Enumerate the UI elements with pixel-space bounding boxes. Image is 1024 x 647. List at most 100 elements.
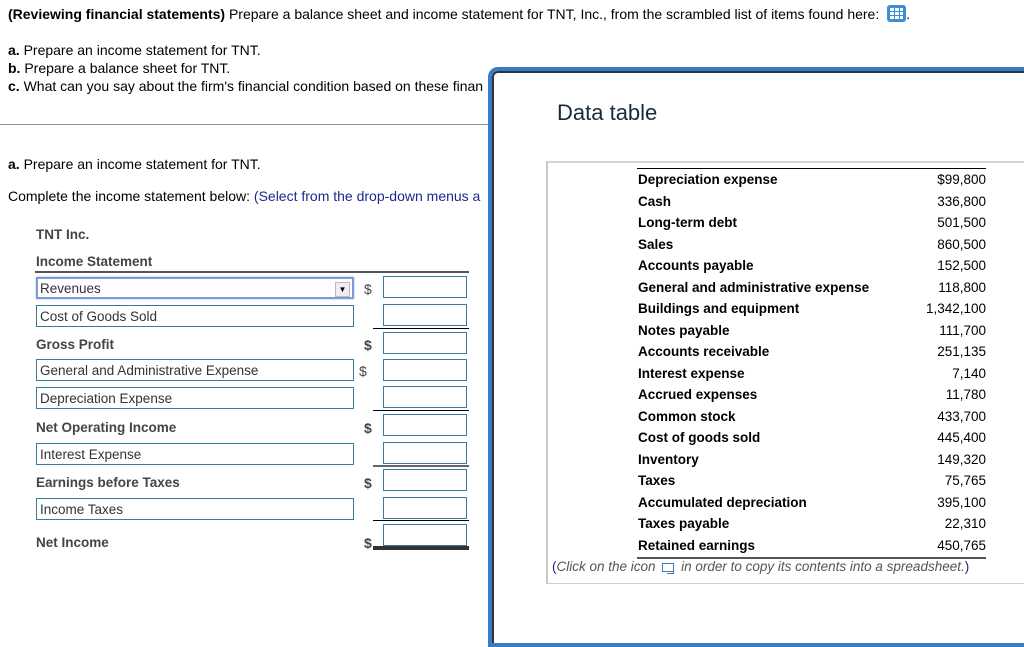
net-income-amount-input[interactable] (383, 524, 467, 546)
revenues-amount-input[interactable] (383, 276, 467, 298)
cogs-amount-input[interactable] (383, 304, 467, 326)
row-label: Inventory (638, 451, 699, 467)
row-label: General and administrative expense (638, 279, 870, 295)
ga-expense-select[interactable]: General and Administrative Expense (36, 359, 354, 381)
subtotal-rule (373, 328, 469, 329)
copy-note: (Click on the icon in order to copy its … (552, 559, 969, 574)
select-value: Interest Expense (40, 447, 142, 462)
question-title-bold: (Reviewing financial statements) (8, 6, 226, 22)
revenues-select[interactable]: Revenues ▼ (36, 277, 354, 299)
row-value: 860,500 (937, 236, 986, 252)
ga-expense-amount-input[interactable] (383, 359, 467, 381)
row-value: 501,500 (937, 215, 986, 230)
subtotal-rule (373, 465, 469, 467)
row-value: 7,140 (952, 365, 986, 381)
row-value: 75,765 (944, 473, 986, 488)
depreciation-select[interactable]: Depreciation Expense (36, 387, 354, 409)
copy-to-spreadsheet-icon[interactable] (662, 563, 675, 574)
part-letter: b. (8, 60, 21, 76)
note-text: Click on the icon (556, 559, 660, 574)
data-table-row: Interest expense 7,140 (638, 366, 986, 387)
instruction-hint: (Select from the drop-down menus a (253, 188, 481, 204)
row-value: 445,400 (937, 430, 986, 445)
interest-expense-amount-input[interactable] (383, 442, 467, 464)
statement-title: Income Statement (36, 254, 153, 269)
part-a: a. Prepare an income statement for TNT. (8, 42, 261, 58)
gross-profit-amount-input[interactable] (383, 332, 467, 354)
data-table-grid-icon[interactable] (887, 5, 907, 22)
data-table-row: Taxes 75,765 (638, 473, 986, 494)
subtotal-rule (373, 520, 469, 521)
net-operating-income-label: Net Operating Income (36, 420, 177, 435)
row-label: Buildings and equipment (638, 301, 800, 316)
part-c: c. What can you say about the firm's fin… (8, 78, 483, 94)
instruction: Complete the income statement below: (Se… (8, 188, 480, 204)
currency-symbol: $ (364, 337, 372, 353)
data-table-row: Taxes payable 22,310 (638, 516, 986, 537)
row-label: Accounts payable (638, 258, 754, 273)
select-value: Cost of Goods Sold (40, 309, 158, 324)
select-value: Income Taxes (40, 502, 124, 517)
row-value: 450,765 (937, 537, 986, 553)
earnings-before-taxes-amount-input[interactable] (383, 469, 467, 491)
part-letter: c. (8, 78, 20, 94)
part-text: Prepare an income statement for TNT. (19, 42, 261, 58)
row-label: Cash (638, 193, 672, 209)
part-letter: a. (8, 42, 20, 58)
data-table-row: Cost of goods sold 445,400 (638, 430, 986, 451)
gross-profit-label: Gross Profit (36, 337, 115, 352)
cogs-select[interactable]: Cost of Goods Sold (36, 305, 354, 327)
company-name: TNT Inc. (36, 227, 90, 242)
data-table-row: Accounts receivable 251,135 (638, 344, 986, 365)
part-text: Prepare an income statement for TNT. (19, 156, 261, 172)
data-table-row: Accrued expenses 11,780 (638, 387, 986, 408)
data-table-row: Common stock 433,700 (638, 409, 986, 430)
select-value: Revenues (40, 281, 101, 296)
data-table-row: Retained earnings 450,765 (638, 538, 986, 559)
statement-title-rule (35, 271, 469, 273)
question-title-text: Prepare a balance sheet and income state… (225, 6, 884, 22)
question-title: (Reviewing financial statements) Prepare… (8, 5, 910, 22)
total-double-rule (373, 546, 469, 550)
row-label: Depreciation expense (638, 172, 778, 187)
row-value: 395,100 (937, 494, 986, 510)
chevron-down-icon[interactable]: ▼ (335, 282, 350, 297)
row-label: Taxes payable (638, 516, 730, 531)
note-text: in order to copy its contents into a spr… (677, 559, 965, 574)
income-taxes-select[interactable]: Income Taxes (36, 498, 354, 520)
part-b: b. Prepare a balance sheet for TNT. (8, 60, 230, 76)
row-label: Accumulated depreciation (638, 494, 807, 510)
income-taxes-amount-input[interactable] (383, 497, 467, 519)
instruction-text: Complete the income statement below: (8, 188, 254, 204)
data-table-row: Depreciation expense $99,800 (638, 172, 986, 193)
row-label: Sales (638, 236, 674, 252)
data-table-row: Accumulated depreciation 395,100 (638, 495, 986, 516)
row-value: 152,500 (937, 258, 986, 273)
part-text: Prepare a balance sheet for TNT. (20, 60, 231, 76)
row-label: Common stock (638, 408, 736, 424)
net-operating-income-amount-input[interactable] (383, 414, 467, 436)
row-value: 1,342,100 (925, 301, 986, 316)
row-value: 149,320 (937, 451, 986, 467)
row-label: Long-term debt (638, 215, 737, 230)
data-table-row: Cash 336,800 (638, 194, 986, 215)
row-value: 111,700 (939, 322, 986, 338)
row-label: Accounts receivable (638, 344, 770, 359)
row-value: $99,800 (937, 172, 986, 187)
data-table-row: Buildings and equipment 1,342,100 (638, 301, 986, 322)
depreciation-amount-input[interactable] (383, 386, 467, 408)
data-table-row: Accounts payable 152,500 (638, 258, 986, 279)
row-value: 336,800 (937, 193, 986, 209)
currency-symbol: $ (359, 363, 367, 379)
row-value: 251,135 (937, 344, 986, 359)
row-value: 433,700 (937, 408, 986, 424)
currency-symbol: $ (364, 535, 372, 551)
data-table-row: General and administrative expense 118,80… (638, 280, 986, 301)
interest-expense-select[interactable]: Interest Expense (36, 443, 354, 465)
section-divider (0, 124, 490, 125)
row-label: Interest expense (638, 365, 745, 381)
table-top-rule (637, 168, 986, 169)
currency-symbol: $ (364, 420, 372, 436)
row-value: 22,310 (944, 516, 986, 531)
row-label: Retained earnings (638, 537, 756, 553)
